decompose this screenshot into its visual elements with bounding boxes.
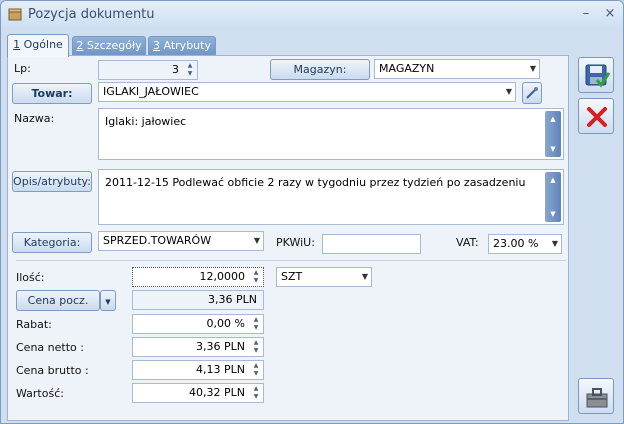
tab-strip: 1 Ogólne 2 Szczegóły 3 Atrybuty <box>7 34 307 57</box>
scroll-down-icon[interactable]: ▼ <box>545 208 561 220</box>
kategoria-value: SPRZED.TOWARÓW <box>103 234 212 247</box>
ilosc-spinner[interactable]: ▲ ▼ <box>250 269 262 285</box>
towar-value: IGLAKI_JAŁOWIEC <box>103 85 199 98</box>
nazwa-label: Nazwa: <box>14 112 55 125</box>
jm-value: SZT <box>281 270 303 283</box>
lp-spinner[interactable]: ▲ ▼ <box>184 62 196 78</box>
toolbox-icon <box>586 388 608 408</box>
lp-label: Lp: <box>14 62 31 75</box>
vat-select[interactable]: 23.00 % ▼ <box>488 234 562 254</box>
tab-ogolne[interactable]: 1 Ogólne <box>7 34 69 57</box>
cena-netto-input[interactable]: 3,36 PLN ▲ ▼ <box>132 337 264 357</box>
pricing-section: Ilość: 12,0000 ▲ ▼ SZT ▼ Cena pocz. ▼ 3,3… <box>16 260 566 418</box>
kategoria-button[interactable]: Kategoria: <box>12 232 92 253</box>
opis-scrollbar[interactable]: ▲ ▼ <box>545 172 561 222</box>
cena-pocz-button[interactable]: Cena pocz. <box>16 290 100 311</box>
scroll-up-icon[interactable]: ▲ <box>545 113 561 125</box>
vat-value: 23.00 % <box>493 237 539 250</box>
cena-brutto-value: 4,13 PLN <box>196 363 245 376</box>
scroll-up-icon[interactable]: ▲ <box>545 174 561 186</box>
magazyn-button[interactable]: Magazyn: <box>270 59 370 80</box>
vat-label: VAT: <box>456 236 479 249</box>
cena-netto-label: Cena netto : <box>16 341 84 354</box>
save-icon <box>585 64 611 88</box>
wartosc-value: 40,32 PLN <box>189 386 245 399</box>
nazwa-value: Iglaki: jałowiec <box>105 115 187 128</box>
opis-value: 2011-12-15 Podlewać obficie 2 razy w tyg… <box>105 176 526 189</box>
cena-netto-value: 3,36 PLN <box>196 340 245 353</box>
tab-szczegoly-label: Szczegóły <box>83 39 142 52</box>
scroll-down-icon[interactable]: ▼ <box>545 143 561 155</box>
tab-ogolne-label: Ogólne <box>20 38 63 51</box>
towar-picker-button[interactable] <box>522 82 542 104</box>
save-button[interactable] <box>578 57 614 93</box>
nazwa-scrollbar[interactable]: ▲ ▼ <box>545 111 561 157</box>
close-button[interactable]: × <box>601 6 619 22</box>
nazwa-textarea[interactable]: Iglaki: jałowiec ▲ ▼ <box>98 108 564 160</box>
cena-brutto-label: Cena brutto : <box>16 364 89 377</box>
rabat-label: Rabat: <box>16 318 52 331</box>
kategoria-select[interactable]: SPRZED.TOWARÓW ▼ <box>98 231 264 251</box>
cena-netto-spinner[interactable]: ▲ ▼ <box>250 339 262 355</box>
tab-atrybuty-label: Atrybuty <box>160 39 211 52</box>
chevron-down-icon: ▼ <box>105 298 111 306</box>
wartosc-input[interactable]: 40,32 PLN ▲ ▼ <box>132 383 264 403</box>
cena-pocz-dropdown[interactable]: ▼ <box>100 290 116 311</box>
pkwiu-input[interactable] <box>322 234 421 254</box>
chevron-down-icon: ▼ <box>551 239 558 248</box>
window-title: Pozycja dokumentu <box>28 7 155 22</box>
cena-brutto-spinner[interactable]: ▲ ▼ <box>250 362 262 378</box>
rabat-spinner[interactable]: ▲ ▼ <box>250 316 262 332</box>
ilosc-input[interactable]: 12,0000 ▲ ▼ <box>132 267 264 287</box>
wartosc-spinner[interactable]: ▲ ▼ <box>250 385 262 401</box>
rabat-value: 0,00 % <box>206 317 245 330</box>
ilosc-label: Ilość: <box>16 271 45 284</box>
opis-textarea[interactable]: 2011-12-15 Podlewać obficie 2 razy w tyg… <box>98 169 564 225</box>
lp-value: 3 <box>172 63 179 76</box>
general-panel: Lp: 3 ▲ ▼ Magazyn: MAGAZYN ▼ Towar: IGLAK… <box>7 55 569 421</box>
towar-select[interactable]: IGLAKI_JAŁOWIEC ▼ <box>98 82 516 102</box>
title-bar: Pozycja dokumentu – × <box>1 1 623 29</box>
wartosc-label: Wartość: <box>16 387 64 400</box>
tab-atrybuty[interactable]: 3 Atrybuty <box>148 36 216 56</box>
package-icon <box>8 8 22 21</box>
cena-brutto-input[interactable]: 4,13 PLN ▲ ▼ <box>132 360 264 380</box>
cena-pocz-field: 3,36 PLN <box>132 290 264 310</box>
jm-select[interactable]: SZT ▼ <box>276 267 372 287</box>
chevron-down-icon: ▼ <box>529 64 536 73</box>
cancel-button[interactable] <box>578 98 614 134</box>
tab-szczegoly[interactable]: 2 Szczegóły <box>72 36 146 56</box>
lp-field[interactable]: 3 ▲ ▼ <box>98 60 198 80</box>
pipette-icon <box>526 87 538 99</box>
tab-atrybuty-hotkey: 3 <box>153 39 161 52</box>
minimize-button[interactable]: – <box>577 6 595 22</box>
pkwiu-label: PKWiU: <box>276 236 315 249</box>
chevron-down-icon: ▼ <box>253 236 260 245</box>
opis-atrybuty-button[interactable]: Opis/atrybuty: <box>12 171 92 192</box>
towar-button[interactable]: Towar: <box>12 83 92 104</box>
magazyn-select[interactable]: MAGAZYN ▼ <box>374 59 540 79</box>
chevron-down-icon: ▼ <box>361 272 368 281</box>
chevron-down-icon: ▼ <box>505 87 512 96</box>
dialog-window: Pozycja dokumentu – × 1 Ogólne 2 Szczegó… <box>0 0 624 424</box>
cancel-icon <box>587 107 607 127</box>
cena-pocz-value: 3,36 PLN <box>208 293 257 306</box>
magazyn-value: MAGAZYN <box>379 62 435 75</box>
toolbox-button[interactable] <box>578 378 614 414</box>
ilosc-value: 12,0000 <box>199 270 246 283</box>
rabat-input[interactable]: 0,00 % ▲ ▼ <box>132 314 264 334</box>
